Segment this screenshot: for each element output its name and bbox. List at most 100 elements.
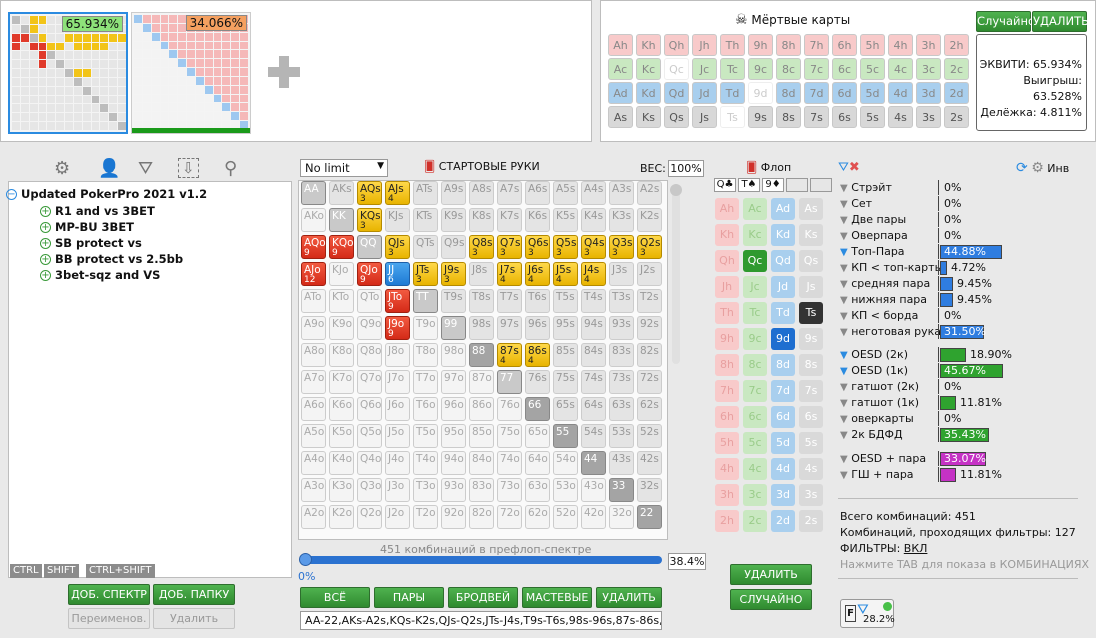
hand-cell[interactable]: A6s	[525, 181, 550, 205]
hand-cell[interactable]: AQs 3	[357, 181, 382, 205]
hand-cell[interactable]: K8s	[469, 208, 494, 232]
hand-cell[interactable]: A3s	[609, 181, 634, 205]
filter-funnel-icon[interactable]: ▼	[840, 414, 848, 425]
hand-cell[interactable]: Q7s 3	[497, 235, 522, 259]
flop-card[interactable]: Kh	[715, 224, 739, 246]
hand-cell[interactable]: 93s	[609, 316, 634, 340]
hand-cell[interactable]: K9s	[441, 208, 466, 232]
hand-cell[interactable]: T9o	[413, 316, 438, 340]
hand-cell[interactable]: 72s	[637, 370, 662, 394]
hand-cell[interactable]: A6o	[301, 397, 326, 421]
hand-cell[interactable]: J9s 3	[441, 262, 466, 286]
dead-card[interactable]: 6c	[832, 58, 857, 80]
hand-cell[interactable]: J5s 4	[553, 262, 578, 286]
hand-cell[interactable]: QJs 3	[385, 235, 410, 259]
hand-cell[interactable]: ATo	[301, 289, 326, 313]
hand-cell[interactable]: T5s	[553, 289, 578, 313]
dead-card[interactable]: 3d	[916, 82, 941, 104]
flop-slot[interactable]: 9♦	[762, 178, 784, 192]
filter-row[interactable]: ▼ 2к БДФД	[840, 427, 903, 442]
dead-card[interactable]: 6d	[832, 82, 857, 104]
flop-card[interactable]: 7c	[743, 380, 767, 402]
hand-cell[interactable]: Q6s 3	[525, 235, 550, 259]
filter-row[interactable]: ▼ средняя пара	[840, 276, 930, 291]
dead-card[interactable]: 9c	[748, 58, 773, 80]
flop-card[interactable]: Ah	[715, 198, 739, 220]
filter-funnel-icon[interactable]: ▼	[840, 263, 848, 274]
hand-cell[interactable]: K6s	[525, 208, 550, 232]
flop-card[interactable]: 5s	[799, 432, 823, 454]
flop-card[interactable]: 6c	[743, 406, 767, 428]
dead-card[interactable]: Kd	[636, 82, 661, 104]
hand-cell[interactable]: T6s	[525, 289, 550, 313]
hand-cell[interactable]: 54s	[581, 424, 606, 448]
hand-cell[interactable]: K3o	[329, 478, 354, 502]
hand-cell[interactable]: 64s	[581, 397, 606, 421]
hand-cell[interactable]: KQs 3	[357, 208, 382, 232]
dead-card[interactable]: Ac	[608, 58, 633, 80]
dead-card[interactable]: Jc	[692, 58, 717, 80]
dead-card[interactable]: Kh	[636, 34, 661, 56]
flop-card[interactable]: Tc	[743, 302, 767, 324]
dead-card[interactable]: Kc	[636, 58, 661, 80]
hand-cell[interactable]: 74o	[497, 451, 522, 475]
hand-cell[interactable]: K4s	[581, 208, 606, 232]
hand-cell[interactable]: J7o	[385, 370, 410, 394]
dead-card[interactable]: 5s	[860, 106, 885, 128]
dead-card[interactable]: Jh	[692, 34, 717, 56]
hand-cell[interactable]: J2o	[385, 505, 410, 529]
filter-row[interactable]: ▼ гатшот (2к)	[840, 379, 919, 394]
hand-cell[interactable]: 83o	[469, 478, 494, 502]
filter-row[interactable]: ▼ нижняя пара	[840, 292, 927, 307]
gear-icon[interactable]: ⚙	[1031, 160, 1044, 176]
filter-funnel-icon[interactable]: ▼	[840, 470, 848, 481]
hand-cell[interactable]: T4o	[413, 451, 438, 475]
suited-button[interactable]: МАСТЕВЫЕ	[522, 587, 592, 608]
hand-cell[interactable]: AQo 9	[301, 235, 326, 259]
flop-card[interactable]: 4s	[799, 458, 823, 480]
dead-card[interactable]: Jd	[692, 82, 717, 104]
dead-card[interactable]: 9s	[748, 106, 773, 128]
hand-cell[interactable]: T3s	[609, 289, 634, 313]
hand-cell[interactable]: 84o	[469, 451, 494, 475]
hand-cell[interactable]: 74s	[581, 370, 606, 394]
flop-card[interactable]: 9s	[799, 328, 823, 350]
hand-cell[interactable]: K8o	[329, 343, 354, 367]
import-icon[interactable]: ⇩	[178, 158, 199, 178]
dead-card[interactable]: 3h	[916, 34, 941, 56]
dead-card[interactable]: 6s	[832, 106, 857, 128]
filter-badge[interactable]: F ⛛ 28.2%	[840, 599, 895, 628]
hand-cell[interactable]: Q5o	[357, 424, 382, 448]
hand-cell[interactable]: T6o	[413, 397, 438, 421]
hand-cell[interactable]: K5s	[553, 208, 578, 232]
rename-button[interactable]: Переименов.	[68, 608, 150, 629]
filter-funnel-icon[interactable]: ▼	[840, 350, 848, 361]
hand-cell[interactable]: A4o	[301, 451, 326, 475]
hand-cell[interactable]: Q9s	[441, 235, 466, 259]
dead-card[interactable]: 8h	[776, 34, 801, 56]
dead-card[interactable]: 7c	[804, 58, 829, 80]
flop-card[interactable]: 5c	[743, 432, 767, 454]
dead-card[interactable]: Qc	[664, 58, 689, 80]
dead-card[interactable]: 8c	[776, 58, 801, 80]
refresh-icon[interactable]: ⟳	[1016, 160, 1028, 176]
hand-cell[interactable]: 97o	[441, 370, 466, 394]
combos-slider[interactable]	[299, 553, 662, 566]
hand-cell[interactable]: Q7o	[357, 370, 382, 394]
flop-card[interactable]: Ks	[799, 224, 823, 246]
dead-card[interactable]: Tc	[720, 58, 745, 80]
flop-card[interactable]: 3h	[715, 484, 739, 506]
hand-cell[interactable]: A3o	[301, 478, 326, 502]
filter-row[interactable]: ▼ Сет	[840, 196, 872, 211]
hand-cell[interactable]: TT	[413, 289, 438, 313]
tree-item[interactable]: +3bet-sqz and VS	[40, 268, 160, 282]
hand-cell[interactable]: T8o	[413, 343, 438, 367]
hand-cell[interactable]: Q4s 3	[581, 235, 606, 259]
hand-cell[interactable]: Q2o	[357, 505, 382, 529]
flop-random-button[interactable]: СЛУЧАЙНО	[730, 589, 812, 610]
dead-card[interactable]: 8s	[776, 106, 801, 128]
flop-card[interactable]: 9c	[743, 328, 767, 350]
collapse-icon[interactable]: −	[6, 189, 17, 200]
hand-cell[interactable]: 72o	[497, 505, 522, 529]
flop-card[interactable]: 5h	[715, 432, 739, 454]
